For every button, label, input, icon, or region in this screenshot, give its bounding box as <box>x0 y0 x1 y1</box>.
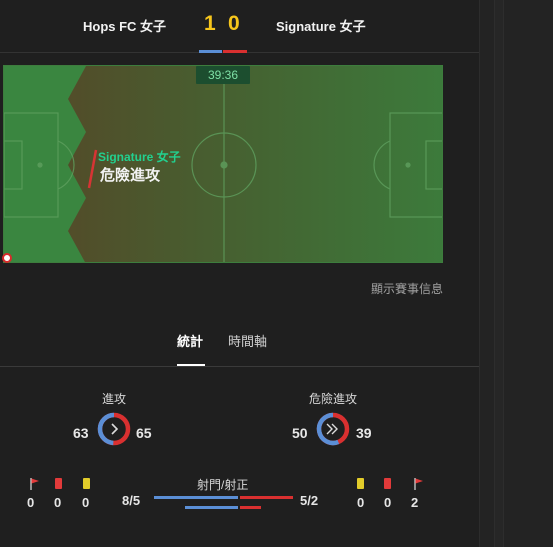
dangerous-attacks-label: 危險進攻 <box>309 392 358 406</box>
stats-tabs: 統計 時間軸 <box>0 320 479 367</box>
event-type-label: 危險進攻 <box>100 167 161 184</box>
active-tab-indicator <box>177 364 205 366</box>
away-yellow-cards-count: 0 <box>357 495 365 510</box>
corner-flag-icon <box>30 478 39 490</box>
away-shots-on-target-bar <box>240 506 261 509</box>
home-yellow-cards-count: 0 <box>82 495 90 510</box>
tab-timeline[interactable]: 時間軸 <box>228 331 267 350</box>
double-chevron-right-icon <box>326 423 338 435</box>
shots-label: 射門/射正 <box>197 478 249 492</box>
away-shots-value: 5/2 <box>300 493 319 508</box>
dangerous-attacks-home-value: 50 <box>292 425 308 441</box>
home-team-name[interactable]: Hops FC 女子 <box>83 16 166 35</box>
attacks-label: 進攻 <box>102 392 127 406</box>
home-score: 1 <box>204 12 216 35</box>
away-red-cards-count: 0 <box>384 495 392 510</box>
red-card-icon <box>384 478 391 489</box>
away-score-indicator <box>223 50 247 53</box>
event-team-label: Signature 女子 <box>98 150 181 164</box>
yellow-card-icon <box>83 478 90 489</box>
dangerous-attacks-away-value: 39 <box>356 425 372 441</box>
match-panel: Hops FC 女子 1 0 Signature 女子 39:36 Signat… <box>0 0 479 547</box>
scoreboard: Hops FC 女子 1 0 Signature 女子 <box>0 0 479 53</box>
dangerous-attacks-ring <box>316 412 350 446</box>
home-score-indicator <box>199 50 222 53</box>
red-card-icon <box>55 478 62 489</box>
scrollbar-track[interactable] <box>494 0 504 547</box>
attacks-home-value: 63 <box>73 425 89 441</box>
corner-flag-icon <box>414 478 423 490</box>
chevron-right-icon <box>111 423 119 435</box>
live-pitch <box>3 65 443 263</box>
match-clock: 39:36 <box>196 66 250 84</box>
yellow-card-icon <box>357 478 364 489</box>
away-score: 0 <box>228 12 240 35</box>
tab-stats[interactable]: 統計 <box>177 331 203 350</box>
home-red-cards-count: 0 <box>54 495 62 510</box>
home-shots-on-target-bar <box>185 506 238 509</box>
show-match-info-link[interactable]: 顯示賽事信息 <box>371 280 443 297</box>
away-shots-bar <box>240 496 293 499</box>
ball-position-marker <box>2 253 12 263</box>
home-corners-count: 0 <box>27 495 35 510</box>
pitch-graphic <box>4 66 442 262</box>
home-shots-bar <box>154 496 238 499</box>
right-rail <box>479 0 553 547</box>
attacks-ring <box>97 412 131 446</box>
away-team-name[interactable]: Signature 女子 <box>276 16 366 35</box>
home-shots-value: 8/5 <box>122 493 141 508</box>
away-corners-count: 2 <box>411 495 419 510</box>
attacks-away-value: 65 <box>136 425 152 441</box>
